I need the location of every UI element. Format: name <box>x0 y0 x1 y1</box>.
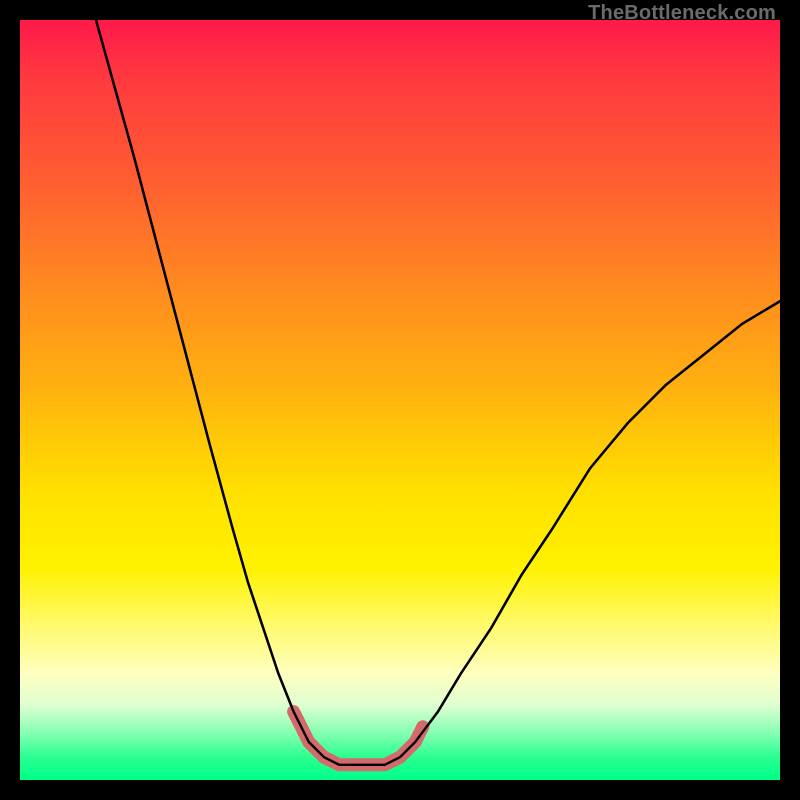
curves-svg <box>20 20 780 780</box>
chart-frame: TheBottleneck.com <box>0 0 800 800</box>
bottleneck-curve-overlay <box>96 20 780 765</box>
plot-area <box>20 20 780 780</box>
bottleneck-curve <box>96 20 780 765</box>
highlight-right <box>392 727 422 761</box>
watermark-text: TheBottleneck.com <box>588 2 776 25</box>
